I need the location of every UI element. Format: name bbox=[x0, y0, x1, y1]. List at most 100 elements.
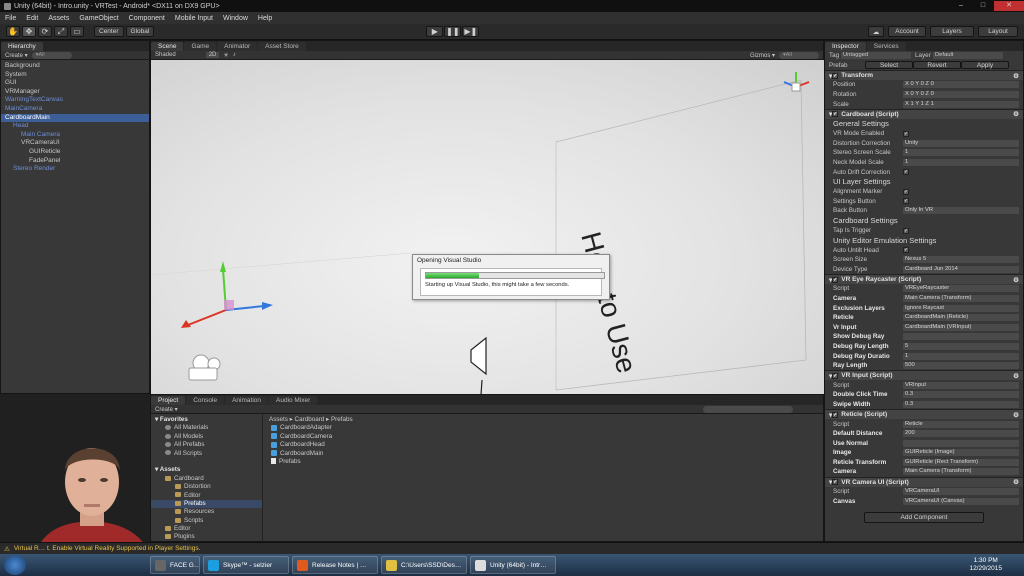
taskbar-app-button[interactable]: Release Notes | … bbox=[292, 556, 378, 574]
component-header[interactable]: ▾ ✓ Transform ⚙ bbox=[825, 70, 1023, 81]
component-enabled-checkbox[interactable]: ✓ bbox=[832, 411, 839, 418]
project-tree-item[interactable]: Editor bbox=[151, 525, 262, 533]
project-file-item[interactable]: CardboardCamera bbox=[263, 433, 823, 441]
close-button[interactable]: ✕ bbox=[994, 1, 1024, 11]
tab-scene[interactable]: Scene bbox=[151, 42, 184, 51]
play-button[interactable]: ▶ bbox=[426, 26, 444, 37]
project-tree-item[interactable]: ▾ Assets bbox=[151, 466, 262, 474]
hierarchy-item[interactable]: FadePanel bbox=[1, 157, 149, 166]
taskbar-app-button[interactable]: Unity (64bit) - Intr… bbox=[470, 556, 556, 574]
rotate-tool-icon[interactable]: ⟳ bbox=[38, 26, 52, 37]
project-tree-item[interactable]: Resources bbox=[151, 508, 262, 516]
project-file-item[interactable]: CardboardHead bbox=[263, 441, 823, 449]
audio-toggle-icon[interactable]: ♪ bbox=[233, 52, 236, 58]
menu-help[interactable]: Help bbox=[253, 15, 277, 22]
hierarchy-item[interactable]: CardboardMain bbox=[1, 113, 149, 123]
property-value-field[interactable] bbox=[903, 333, 1019, 341]
prefab-revert-button[interactable]: Revert bbox=[913, 61, 961, 70]
component-header[interactable]: ▾ ✓ VR Camera UI (Script) ⚙ bbox=[825, 476, 1023, 487]
project-tree-item[interactable]: Plugins bbox=[151, 533, 262, 541]
taskbar-app-button[interactable]: Skype™ - selzier bbox=[203, 556, 289, 574]
component-enabled-checkbox[interactable]: ✓ bbox=[832, 479, 839, 486]
menu-mobile-input[interactable]: Mobile Input bbox=[170, 15, 218, 22]
project-tree-item[interactable]: Prefabs bbox=[151, 499, 262, 509]
menu-window[interactable]: Window bbox=[218, 15, 253, 22]
component-header[interactable]: ▾ ✓ Reticle (Script) ⚙ bbox=[825, 409, 1023, 420]
property-value-field[interactable]: CardboardMain (VRInput) bbox=[903, 323, 1019, 331]
taskbar-app-button[interactable]: C:\Users\SSD\Des… bbox=[381, 556, 467, 574]
hierarchy-item[interactable]: MainCamera bbox=[1, 105, 149, 114]
project-tree-item[interactable]: Cardboard bbox=[151, 475, 262, 483]
tab-game[interactable]: Game bbox=[184, 42, 217, 51]
property-value-field[interactable]: GUIReticle (Image) bbox=[903, 449, 1019, 457]
hierarchy-item[interactable]: System bbox=[1, 71, 149, 80]
project-file-item[interactable]: CardboardAdapter bbox=[263, 424, 823, 432]
tab-hierarchy[interactable]: Hierarchy bbox=[1, 42, 43, 51]
hierarchy-item[interactable]: WarningTextCanvas bbox=[1, 96, 149, 105]
component-enabled-checkbox[interactable]: ✓ bbox=[832, 276, 839, 283]
tab-audio-mixer[interactable]: Audio Mixer bbox=[269, 396, 318, 405]
hierarchy-item[interactable]: Background bbox=[1, 62, 149, 71]
menu-assets[interactable]: Assets bbox=[43, 15, 74, 22]
2d-toggle[interactable]: 2D bbox=[205, 52, 220, 58]
tab-console[interactable]: Console bbox=[186, 396, 225, 405]
layers-dropdown[interactable]: Layers bbox=[930, 26, 974, 37]
component-settings-gear-icon[interactable]: ⚙ bbox=[1013, 72, 1019, 80]
property-value-field[interactable]: VREyeRaycaster bbox=[903, 285, 1019, 293]
hierarchy-search-input[interactable]: ▾All bbox=[31, 51, 72, 59]
hand-tool-icon[interactable]: ✋ bbox=[6, 26, 20, 37]
layout-dropdown[interactable]: Layout bbox=[978, 26, 1018, 37]
hierarchy-item[interactable]: Main Camera bbox=[1, 131, 149, 140]
step-button[interactable]: ▶❚ bbox=[462, 26, 480, 37]
component-enabled-checkbox[interactable]: ✓ bbox=[832, 72, 839, 79]
property-value-field[interactable]: 1 bbox=[903, 149, 1019, 157]
start-button[interactable] bbox=[4, 555, 26, 575]
component-enabled-checkbox[interactable]: ✓ bbox=[832, 372, 839, 379]
hierarchy-item[interactable]: VRManager bbox=[1, 88, 149, 97]
project-create-button[interactable]: Create ▾ bbox=[155, 406, 178, 413]
project-tree-item[interactable]: Distortion bbox=[151, 483, 262, 491]
property-value-field[interactable]: 200 bbox=[903, 430, 1019, 438]
pause-button[interactable]: ❚❚ bbox=[444, 26, 462, 37]
menu-edit[interactable]: Edit bbox=[21, 15, 43, 22]
property-value-field[interactable]: 0.3 bbox=[903, 400, 1019, 408]
property-value-field[interactable]: 1 bbox=[903, 352, 1019, 360]
property-value-field[interactable]: X 1 Y 1 Z 1 bbox=[903, 100, 1019, 108]
property-value-field[interactable]: Only In VR bbox=[903, 207, 1019, 215]
prefab-select-button[interactable]: Select bbox=[865, 61, 913, 70]
scene-search-input[interactable]: ▾All bbox=[779, 51, 819, 59]
project-file-item[interactable]: Prefabs bbox=[263, 458, 823, 466]
component-settings-gear-icon[interactable]: ⚙ bbox=[1013, 276, 1019, 284]
project-breadcrumb[interactable]: Assets ▸ Cardboard ▸ Prefabs bbox=[263, 416, 823, 424]
taskbar-app-button[interactable]: FACE G… bbox=[150, 556, 200, 574]
property-value-field[interactable]: CardboardMain (Reticle) bbox=[903, 314, 1019, 322]
tab-animation[interactable]: Animation bbox=[225, 396, 268, 405]
project-tree-item[interactable]: ▾ Favorites bbox=[151, 416, 262, 424]
project-tree-item[interactable]: Editor bbox=[151, 492, 262, 500]
menu-component[interactable]: Component bbox=[124, 15, 170, 22]
property-value-field[interactable]: Nexus 5 bbox=[903, 256, 1019, 264]
project-file-item[interactable]: CardboardMain bbox=[263, 450, 823, 458]
property-value-field[interactable]: Unity bbox=[903, 139, 1019, 147]
component-settings-gear-icon[interactable]: ⚙ bbox=[1013, 110, 1019, 118]
scene-viewport[interactable]: How to Use bbox=[151, 60, 825, 395]
property-value-field[interactable]: Cardboard Jun 2014 bbox=[903, 265, 1019, 273]
tab-inspector[interactable]: Inspector bbox=[825, 42, 866, 51]
rect-tool-icon[interactable]: ▭ bbox=[70, 26, 84, 37]
project-tree-item[interactable]: All Materials bbox=[151, 424, 262, 432]
hierarchy-item[interactable]: GUIReticle bbox=[1, 148, 149, 157]
cloud-icon[interactable]: ☁ bbox=[868, 26, 884, 37]
hierarchy-item[interactable]: GUI bbox=[1, 79, 149, 88]
move-tool-icon[interactable]: ✥ bbox=[22, 26, 36, 37]
component-header[interactable]: ▾ ✓ Cardboard (Script) ⚙ bbox=[825, 108, 1023, 119]
project-tree-item[interactable]: All Scripts bbox=[151, 450, 262, 458]
component-header[interactable]: ▾ ✓ VR Input (Script) ⚙ bbox=[825, 370, 1023, 381]
property-value-field[interactable]: 1 bbox=[903, 159, 1019, 167]
hierarchy-item[interactable]: Stereo Render bbox=[1, 165, 149, 174]
project-search-input[interactable] bbox=[703, 405, 793, 413]
account-dropdown[interactable]: Account bbox=[888, 26, 926, 37]
scale-tool-icon[interactable]: ⤢ bbox=[54, 26, 68, 37]
property-value-field[interactable]: X 0 Y 0 Z 0 bbox=[903, 91, 1019, 99]
lighting-toggle-icon[interactable]: ☀ bbox=[223, 52, 228, 59]
hierarchy-create-button[interactable]: Create ▾ bbox=[5, 52, 28, 59]
